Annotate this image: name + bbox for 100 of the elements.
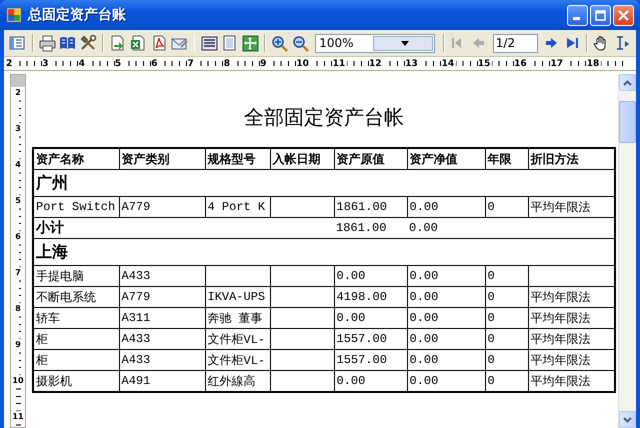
chevron-up-icon[interactable] [623, 80, 632, 86]
tools-icon[interactable] [80, 34, 97, 52]
scroll-down-button[interactable] [619, 411, 636, 428]
ruler-number: 14 [442, 58, 456, 68]
ruler-number: 5 [15, 196, 21, 206]
ruler-number: 7 [15, 268, 21, 278]
document-export-icon[interactable] [109, 34, 126, 52]
ruler-number: 5 [114, 58, 124, 68]
table-cell: A311 [119, 308, 205, 328]
table-cell: 摄影机 [33, 370, 119, 392]
table-cell: Port Switch [33, 196, 119, 218]
maximize-icon[interactable] [595, 10, 606, 20]
table-cell: 1557.00 [334, 328, 407, 350]
column-header: 资产名称 [33, 148, 119, 170]
table-cell: 柜 [33, 328, 119, 350]
column-header: 年限 [485, 148, 528, 170]
ruler-number: 15 [478, 58, 492, 68]
ruler-number: 6 [151, 58, 160, 68]
table-cell: 0.00 [407, 286, 485, 308]
table-cell: 不断电系统 [33, 286, 119, 308]
zoom-dropdown[interactable]: 100% [315, 34, 435, 52]
ruler-number: 8 [15, 304, 21, 314]
table-cell: 1861.00 [334, 218, 407, 238]
minimize-button[interactable] [567, 4, 588, 26]
close-icon[interactable] [618, 10, 629, 20]
ruler-number: 10 [296, 58, 311, 68]
scrollbar-thumb[interactable] [619, 101, 636, 143]
maximize-button[interactable] [590, 4, 611, 26]
table-cell: 0.00 [407, 350, 485, 370]
table-cell: 0 [485, 370, 528, 392]
ruler-number: 13 [405, 58, 420, 68]
table-cell: A433 [119, 266, 205, 286]
fullscreen-icon[interactable] [242, 34, 259, 52]
table-cell: A779 [119, 196, 205, 218]
printer-icon[interactable] [38, 34, 56, 52]
ruler-number: 7 [187, 58, 196, 68]
pdf-document-icon[interactable] [150, 34, 168, 52]
ruler-number: 2 [15, 88, 21, 98]
ruler-margin [11, 75, 25, 87]
ruler-number: 8 [224, 58, 232, 68]
table-cell: 0.00 [407, 308, 485, 328]
chevron-down-icon[interactable] [623, 416, 632, 422]
ruler-number: 9 [15, 340, 21, 350]
spreadsheet-icon[interactable] [130, 34, 148, 52]
page-number-field[interactable]: 1/2 [492, 34, 538, 52]
window-title: 总固定资产台账 [28, 6, 127, 24]
table-cell: A491 [119, 370, 205, 392]
page-icon[interactable] [221, 34, 238, 52]
table-cell: 奔驰 董事 [205, 308, 270, 328]
subtotal-label: 小计 [33, 218, 334, 238]
ruler-number: 2 [6, 58, 14, 68]
table-cell: 柜 [33, 350, 119, 370]
column-header: 资产净值 [407, 148, 485, 170]
table-cell: 0 [485, 328, 528, 350]
table-cell: 0 [485, 308, 528, 328]
ruler-number: 4 [78, 58, 87, 68]
table-cell: A433 [119, 328, 205, 350]
table-cell: 0 [485, 196, 528, 218]
table-cell: 0.00 [407, 370, 485, 392]
table-cell: IKVA-UPS [205, 286, 270, 308]
table-cell: 4198.00 [334, 286, 407, 308]
zoom-out-icon[interactable] [292, 34, 309, 52]
app-icon [6, 7, 22, 23]
table-cell: 0.00 [407, 218, 485, 238]
table-cell: A433 [119, 350, 205, 370]
close-button[interactable] [613, 4, 634, 26]
ruler-number: 9 [260, 58, 268, 68]
table-cell: 1861.00 [334, 196, 407, 218]
table-cell: 0.00 [334, 370, 407, 392]
page-setup-icon[interactable] [200, 34, 218, 52]
column-header: 入帐日期 [270, 148, 334, 170]
ruler-number: 11 [332, 58, 348, 68]
column-header: 资产类别 [119, 148, 205, 170]
table-cell: 文件柜VL- [205, 350, 270, 370]
ruler-number: 16 [514, 58, 529, 68]
table-cell: A779 [119, 286, 205, 308]
table-cell: 轿车 [33, 308, 119, 328]
table-cell: 1557.00 [334, 350, 407, 370]
ruler-number: 6 [15, 232, 21, 242]
open-book-icon[interactable] [59, 34, 76, 52]
ruler-number: 11 [12, 412, 24, 422]
table-cell: 0.00 [334, 308, 407, 328]
ruler-number: 12 [368, 58, 384, 68]
table-cell: 红外線高 [205, 370, 270, 392]
table-cell: 0.00 [334, 266, 407, 286]
column-header: 规格型号 [205, 148, 270, 170]
ruler-number: 3 [15, 124, 21, 134]
zoom-in-icon[interactable] [271, 34, 288, 52]
table-cell: 0.00 [407, 266, 485, 286]
ruler-number: 3 [42, 58, 51, 68]
scroll-up-button[interactable] [619, 74, 636, 91]
ruler-number: 10 [12, 376, 24, 386]
dropdown-arrow-icon[interactable] [400, 40, 409, 46]
report-title: 全部固定资产台帐 [243, 105, 405, 131]
table-of-contents-icon[interactable] [9, 34, 26, 52]
table-cell: 文件柜VL- [205, 328, 270, 350]
column-header: 资产原值 [334, 148, 407, 170]
table-cell: 0 [485, 266, 528, 286]
table-cell: 手提电脑 [33, 266, 119, 286]
table-cell: 0 [485, 286, 528, 308]
